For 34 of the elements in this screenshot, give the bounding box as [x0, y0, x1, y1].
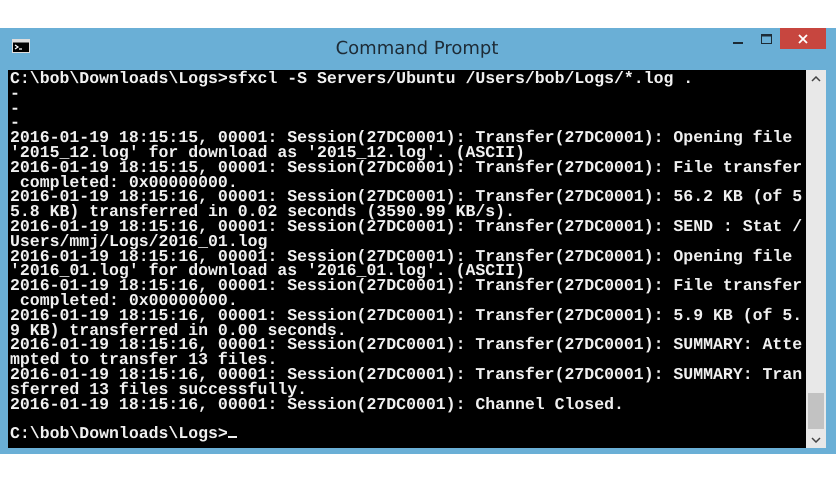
maximize-icon — [760, 34, 772, 44]
console-line: 2016-01-19 18:15:15, 00001: Session(27DC0001): Transfer(27DC0001): Opening file — [10, 131, 794, 146]
minimize-icon — [733, 42, 743, 44]
command-prompt[interactable]: C:\bob\Downloads\Logs> — [10, 427, 806, 442]
console-line: 2016-01-19 18:15:16, 00001: Session(27DC0001): Channel Closed. — [10, 398, 625, 412]
console-line: completed: 0x00000000. — [20, 176, 238, 190]
scroll-thumb[interactable] — [808, 393, 824, 429]
console-line: C:\bob\Downloads\Logs>sfxcl -S Servers/Ubuntu /Users/bob/Logs/*.log . — [10, 72, 694, 87]
console-line: 2016-01-19 18:15:16, 00001: Session(27DC0001): Transfer(27DC0001): 5.9 KB (of 5. — [10, 308, 804, 324]
console-line: 2016-01-19 18:15:16, 00001: Session(27DC0001): Transfer(27DC0001): 56.2 KB (of 5 — [10, 190, 804, 206]
console-line: - — [10, 116, 20, 132]
console-line: '2016_01.log' for download as '2016_01.log'. (ASCII) — [10, 264, 525, 280]
console-line: 9 KB) transferred in 0.00 seconds. — [10, 324, 347, 338]
scrollbar[interactable] — [806, 70, 826, 448]
console-line: 2016-01-19 18:15:16, 00001: Session(27DC0001): Transfer(27DC0001): SUMMARY: Tran — [10, 368, 804, 383]
console-line: completed: 0x00000000. — [20, 294, 238, 309]
console-line: - — [10, 102, 21, 116]
console-line: '2015_12.log' for download as '2015_12.log'. (ASCII) — [10, 146, 525, 161]
console-line: 2016-01-19 18:15:16, 00001: Session(27DC0001): Transfer(27DC0001): Opening file — [10, 250, 794, 264]
console-line: sferred 13 files successfully. — [10, 382, 308, 398]
console-icon — [12, 39, 30, 53]
console-line: 5.8 KB) transferred in 0.02 seconds (3590.99 KB/s). — [10, 205, 515, 220]
console-line: Users/mmj/Logs/2016_01.log — [10, 234, 268, 250]
close-button[interactable] — [780, 28, 826, 49]
console-line: - — [10, 86, 20, 102]
console-line: 2016-01-19 18:15:16, 00001: Session(27DC0001): Transfer(27DC0001): File transfer — [10, 279, 804, 294]
close-icon — [798, 34, 808, 44]
window-title: Command Prompt — [334, 38, 500, 59]
console-line: 2016-01-19 18:15:15, 00001: Session(27DC0001): Transfer(27DC0001): File transfer — [10, 160, 804, 176]
text-cursor — [228, 436, 237, 438]
down-chevron-icon — [811, 436, 821, 442]
console-line: 2016-01-19 18:15:16, 00001: Session(27DC0001): Transfer(27DC0001): SEND : Stat / — [10, 220, 804, 235]
console-line: mpted to transfer 13 files. — [10, 353, 278, 368]
up-chevron-icon — [811, 76, 821, 82]
